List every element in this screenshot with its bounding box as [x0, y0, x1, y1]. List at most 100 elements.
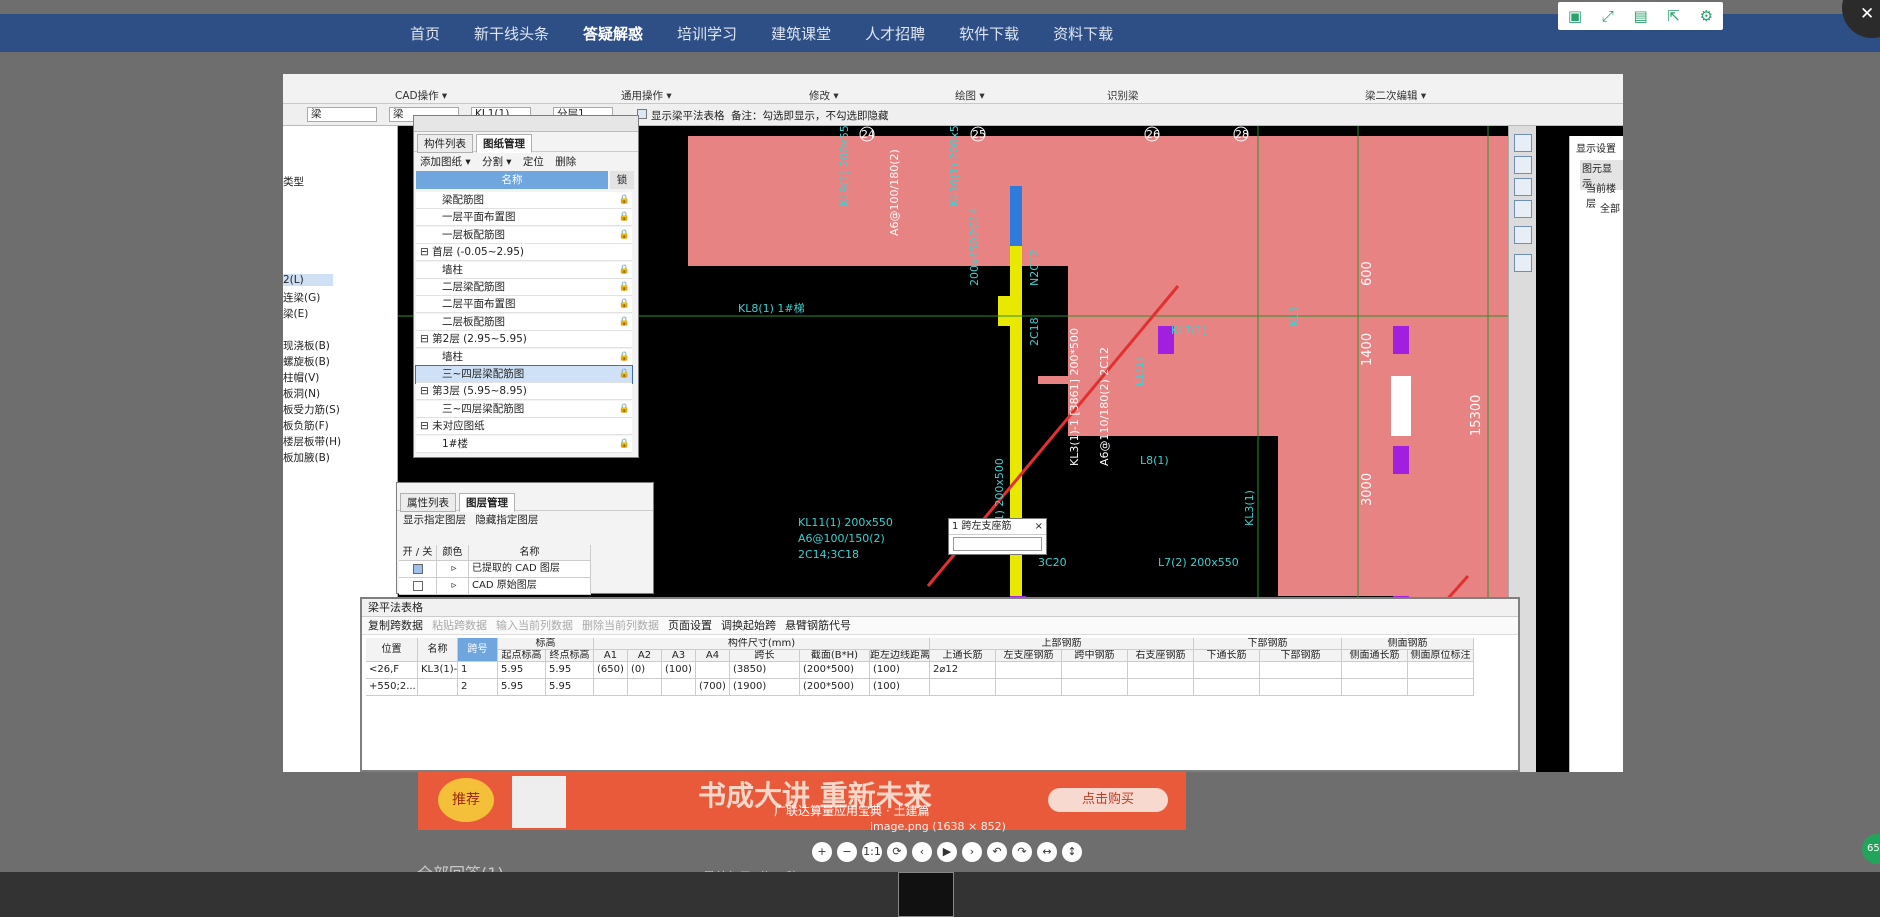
tree-item[interactable]: 2(L)	[283, 274, 333, 286]
ribbon-identify-beam[interactable]: 识别梁	[1107, 88, 1139, 103]
nav-item[interactable]: 答疑解惑	[583, 23, 643, 44]
table-cell[interactable]	[1128, 679, 1194, 696]
table-header[interactable]: 下部钢筋	[1260, 650, 1342, 662]
table-cell[interactable]: 2	[458, 679, 498, 696]
table-header[interactable]: 右支座钢筋	[1128, 650, 1194, 662]
bookmark-icon[interactable]: ▣	[1568, 8, 1582, 24]
table-header[interactable]: A4	[696, 650, 730, 662]
drawing-row[interactable]: ⊟ 未对应图纸	[416, 418, 632, 436]
view-front-icon[interactable]	[1514, 178, 1532, 196]
tree-item[interactable]: 板受力筋(S)	[283, 402, 340, 417]
table-header[interactable]: 下通长筋	[1194, 650, 1260, 662]
image-thumbnail[interactable]	[898, 872, 954, 917]
table-header[interactable]: 跨长	[730, 650, 800, 662]
ad-banner[interactable]: 推荐 书成大讲 重新未来 广联达算量应用宝典 · 土建篇 点击购买	[418, 772, 1186, 830]
lock-icon[interactable]: 🔒	[619, 366, 630, 383]
table-cell[interactable]: (650)	[594, 662, 628, 679]
layer-toggle-checkbox[interactable]	[413, 564, 423, 574]
table-cell[interactable]: (1900)	[730, 679, 800, 696]
table-cell[interactable]	[1260, 679, 1342, 696]
ribbon-modify[interactable]: 修改 ▾	[809, 88, 839, 103]
tab-layer-management[interactable]: 图层管理	[459, 493, 515, 512]
table-cell[interactable]: 1	[458, 662, 498, 679]
table-cell[interactable]: (0)	[628, 662, 662, 679]
table-cell[interactable]	[662, 679, 696, 696]
view-top-icon[interactable]	[1514, 156, 1532, 174]
tree-item[interactable]: 板洞(N)	[283, 386, 320, 401]
grid-view-icon[interactable]	[1514, 254, 1532, 272]
tree-item[interactable]: 柱帽(V)	[283, 370, 319, 385]
table-cell[interactable]: (200*500)	[800, 662, 870, 679]
table-cell[interactable]: 5.95	[498, 679, 546, 696]
table-tool-button[interactable]: 输入当前列数据	[496, 619, 573, 632]
nav-item[interactable]: 软件下载	[959, 23, 1019, 44]
table-cell[interactable]	[1408, 662, 1474, 679]
ribbon-beam-edit[interactable]: 梁二次编辑 ▾	[1365, 88, 1426, 103]
table-cell[interactable]: KL3(1)-1	[418, 662, 458, 679]
show-layer-button[interactable]: 显示指定图层	[403, 514, 466, 526]
all-checkbox[interactable]: 全部	[1600, 200, 1620, 215]
drawing-row[interactable]: 梁配筋图 🔒	[416, 192, 632, 209]
player-button[interactable]: 1:1	[862, 842, 882, 862]
tree-item[interactable]: 现浇板(B)	[283, 338, 330, 353]
table-cell[interactable]	[996, 679, 1062, 696]
type-select[interactable]: 梁	[307, 107, 377, 122]
player-button[interactable]: ↔	[1037, 842, 1057, 862]
table-header[interactable]: 侧面通长筋	[1342, 650, 1408, 662]
table-cell[interactable]: 2⌀12	[930, 662, 996, 679]
drawing-row[interactable]: 二层平面布置图 🔒	[416, 296, 632, 314]
hide-layer-button[interactable]: 隐藏指定图层	[475, 514, 538, 526]
tree-item[interactable]: 类型	[283, 174, 304, 189]
table-cell[interactable]: (100)	[870, 679, 930, 696]
locate-button[interactable]: 定位	[523, 156, 544, 168]
table-header[interactable]: 截面(B*H)	[800, 650, 870, 662]
table-header[interactable]: A2	[628, 650, 662, 662]
table-tool-button[interactable]: 复制跨数据	[368, 619, 423, 632]
table-cell[interactable]: (200*500)	[800, 679, 870, 696]
table-header[interactable]: 跨中钢筋	[1062, 650, 1128, 662]
table-cell[interactable]	[1062, 662, 1128, 679]
table-cell[interactable]	[1260, 662, 1342, 679]
drawing-row[interactable]: 三~四层梁配筋图 🔒	[415, 365, 633, 384]
drawing-row[interactable]: 三~四层梁配筋图 🔒	[416, 400, 632, 418]
buy-now-button[interactable]: 点击购买	[1048, 788, 1168, 812]
nav-item[interactable]: 新干线头条	[474, 23, 549, 44]
player-button[interactable]: ↶	[987, 842, 1007, 862]
table-cell[interactable]	[1194, 679, 1260, 696]
view-3d-icon[interactable]	[1514, 134, 1532, 152]
lock-icon[interactable]: 🔒	[619, 436, 630, 453]
table-tool-button[interactable]: 悬臂钢筋代号	[785, 619, 851, 632]
table-cell[interactable]: (700)	[696, 679, 730, 696]
nav-item[interactable]: 建筑课堂	[771, 23, 831, 44]
table-cell[interactable]: 5.95	[546, 679, 594, 696]
table-tool-button[interactable]: 粘贴跨数据	[432, 619, 487, 632]
table-cell[interactable]: (100)	[870, 662, 930, 679]
player-button[interactable]: −	[837, 842, 857, 862]
table-header[interactable]: 终点标高	[546, 650, 594, 662]
table-cell[interactable]	[1128, 662, 1194, 679]
table-cell[interactable]: 5.95	[498, 662, 546, 679]
tree-item[interactable]: 楼层板带(H)	[283, 434, 341, 449]
drawing-row[interactable]: 一层板配筋图 🔒	[416, 226, 632, 244]
table-header[interactable]: 侧面原位标注	[1408, 650, 1474, 662]
save-icon[interactable]: ▤	[1633, 8, 1647, 24]
drawing-row[interactable]: 二层梁配筋图 🔒	[416, 279, 632, 296]
table-cell[interactable]	[628, 679, 662, 696]
lock-icon[interactable]: 🔒	[619, 279, 630, 296]
table-header[interactable]: 起点标高	[498, 650, 546, 662]
nav-item[interactable]: 资料下载	[1053, 23, 1113, 44]
player-button[interactable]: +	[812, 842, 832, 862]
ribbon-general-ops[interactable]: 通用操作 ▾	[621, 88, 672, 103]
nav-item[interactable]: 人才招聘	[865, 23, 925, 44]
table-cell[interactable]	[930, 679, 996, 696]
lock-icon[interactable]: 🔒	[619, 262, 630, 279]
table-cell[interactable]	[594, 679, 628, 696]
tree-item[interactable]: 螺旋板(B)	[283, 354, 330, 369]
table-cell[interactable]: (100)	[662, 662, 696, 679]
lock-icon[interactable]: 🔒	[619, 209, 630, 226]
lock-icon[interactable]: 🔒	[619, 401, 630, 418]
close-icon[interactable]: ×	[1035, 519, 1043, 535]
settings-icon[interactable]: ⚙	[1700, 8, 1713, 24]
table-tool-button[interactable]: 页面设置	[668, 619, 712, 632]
ribbon-draw[interactable]: 绘图 ▾	[955, 88, 985, 103]
